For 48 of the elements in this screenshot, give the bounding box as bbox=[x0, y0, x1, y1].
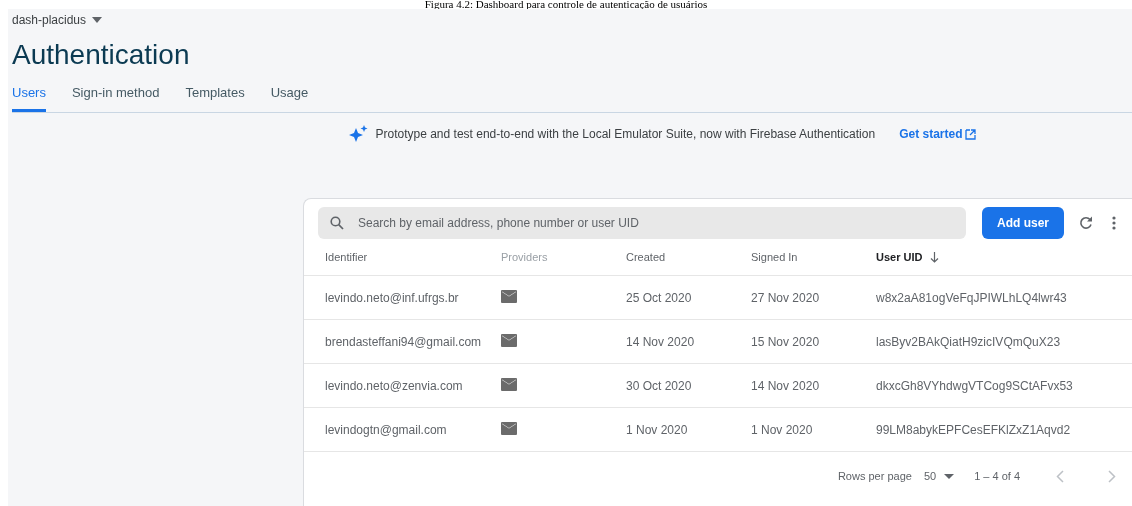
table-cell-text: 30 Oct 2020 bbox=[626, 378, 693, 393]
table-cell-text: 14 Nov 2020 bbox=[626, 334, 696, 349]
tab[interactable]: Usage bbox=[270, 79, 309, 112]
tab[interactable]: Templates bbox=[185, 79, 245, 112]
table-cell-text: levindo.neto@zenvia.com bbox=[325, 378, 464, 393]
project-name[interactable]: dash-placidus bbox=[12, 13, 87, 27]
table-cell-text: dkxcGh8VYhdwgVTCog9SCtAFvx53 bbox=[876, 378, 1074, 393]
add-user-button[interactable]: Add user bbox=[982, 207, 1064, 239]
table-cell-text: brendasteffani94@gmail.com bbox=[325, 334, 483, 349]
column-header[interactable]: Created bbox=[626, 251, 751, 263]
mail-icon bbox=[501, 289, 517, 303]
search-field[interactable]: Search by email address, phone number or user UID bbox=[318, 207, 966, 239]
mail-icon bbox=[501, 377, 517, 391]
tab[interactable]: Users bbox=[12, 79, 46, 112]
table-cell-text: w8x2aA81ogVeFqJPIWLhLQ4lwr43 bbox=[876, 290, 1068, 305]
chevron-right-icon bbox=[1108, 469, 1116, 483]
search-icon bbox=[330, 216, 344, 230]
chevron-left-icon bbox=[1056, 469, 1064, 483]
tab[interactable]: Sign-in method bbox=[71, 79, 160, 112]
table-cell-text: 1 Nov 2020 bbox=[751, 422, 814, 437]
more-icon bbox=[1112, 215, 1116, 231]
page-range: 1 – 4 of 4 bbox=[974, 470, 1020, 482]
rows-per-page-label: Rows per page bbox=[837, 470, 912, 482]
table-cell-text: 1 Nov 2020 bbox=[626, 422, 689, 437]
table-cell-text: 27 Nov 2020 bbox=[751, 290, 821, 305]
sparkle-icon bbox=[347, 125, 368, 143]
column-header[interactable]: Signed In bbox=[751, 251, 876, 263]
table-cell-text: 14 Nov 2020 bbox=[751, 378, 821, 393]
caret-icon bbox=[92, 17, 103, 23]
caret-icon bbox=[944, 473, 955, 479]
column-header[interactable]: User UID bbox=[876, 251, 1132, 263]
table-cell-text: 99LM8abykEPFCesEFKlZxZ1Aqvd2 bbox=[876, 422, 1072, 437]
figure-caption: Figura 4.2: Dashboard para controle de autenticação de usuários bbox=[423, 0, 709, 9]
column-header[interactable]: Identifier bbox=[325, 251, 501, 263]
table-cell-text: lasByv2BAkQiatH9zicIVQmQuX23 bbox=[876, 334, 1062, 349]
table-cell-text: 15 Nov 2020 bbox=[751, 334, 821, 349]
get-started-link[interactable]: Get started bbox=[899, 127, 977, 141]
external-link-icon bbox=[965, 128, 977, 140]
mail-icon bbox=[501, 421, 517, 435]
page-title: Authentication bbox=[12, 38, 191, 72]
refresh-icon bbox=[1078, 215, 1094, 231]
rows-per-page-select[interactable]: 50 bbox=[923, 470, 955, 482]
table-cell-text: 25 Oct 2020 bbox=[626, 290, 693, 305]
banner-text: Prototype and test end-to-end with the Local Emulator Suite, now with Firebase Authentication bbox=[375, 127, 876, 141]
table-cell-text: levindo.neto@inf.ufrgs.br bbox=[325, 290, 460, 305]
mail-icon bbox=[501, 333, 517, 347]
table-cell-text: levindogtn@gmail.com bbox=[325, 422, 448, 437]
sort-arrow-icon bbox=[930, 251, 940, 263]
